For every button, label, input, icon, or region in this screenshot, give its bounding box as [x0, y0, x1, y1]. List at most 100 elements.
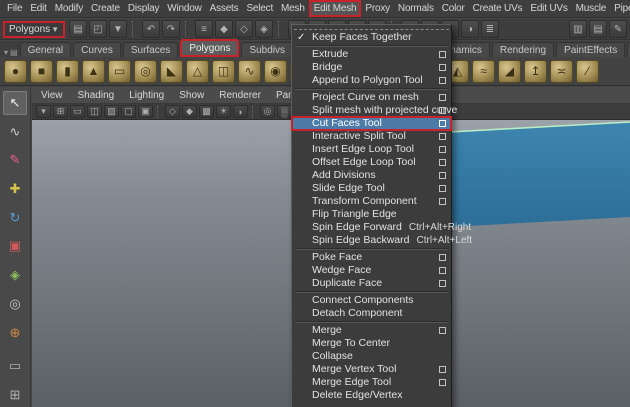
render-settings-icon[interactable]: ≣: [481, 20, 499, 38]
ground-plane[interactable]: [432, 122, 630, 228]
option-box-icon[interactable]: [439, 107, 446, 114]
menubar-item-muscle[interactable]: Muscle: [572, 1, 610, 16]
option-box-icon[interactable]: [439, 185, 446, 192]
menubar-item-proxy[interactable]: Proxy: [361, 1, 394, 16]
menu-item-insert-edge-loop-tool[interactable]: Insert Edge Loop Tool: [292, 143, 451, 156]
shadows-icon[interactable]: ◗: [233, 105, 248, 118]
option-box-icon[interactable]: [439, 77, 446, 84]
option-box-icon[interactable]: [439, 327, 446, 334]
panel-menu-lighting[interactable]: Lighting: [129, 90, 164, 101]
layout-single-pane-icon[interactable]: ▭: [3, 355, 27, 379]
select-component-icon[interactable]: ◇: [235, 20, 253, 38]
paint-select-tool-icon[interactable]: ✎: [3, 148, 27, 172]
panel-menu-shading[interactable]: Shading: [78, 90, 115, 101]
scale-tool-icon[interactable]: ▣: [3, 235, 27, 259]
option-box-icon[interactable]: [439, 51, 446, 58]
poly-soccer-ball-icon[interactable]: ◉: [264, 59, 287, 83]
option-box-icon[interactable]: [439, 172, 446, 179]
textured-icon[interactable]: ▩: [199, 105, 214, 118]
menubar-item-select[interactable]: Select: [242, 1, 277, 16]
menu-item-project-curve-on-mesh[interactable]: Project Curve on mesh: [292, 91, 451, 104]
shelf-tab-polygons[interactable]: Polygons: [180, 39, 240, 57]
layout-four-pane-icon[interactable]: ⊞: [3, 383, 27, 407]
shelf-tab-toggle-icon[interactable]: ▾: [4, 48, 8, 57]
select-object-icon[interactable]: ◆: [215, 20, 233, 38]
menu-item-wedge-face[interactable]: Wedge Face: [292, 264, 451, 277]
menu-item-keep-faces-together[interactable]: ✓ Keep Faces Together: [292, 31, 451, 44]
menubar-item-color[interactable]: Color: [438, 1, 469, 16]
option-box-icon[interactable]: [439, 267, 446, 274]
menu-item-poke-face[interactable]: Poke Face: [292, 251, 451, 264]
poly-sphere-icon[interactable]: ●: [4, 59, 27, 83]
menubar-item-modify[interactable]: Modify: [51, 1, 87, 16]
poly-plane-icon[interactable]: ▭: [108, 59, 131, 83]
shelf-tab-painteffects[interactable]: PaintEffects: [556, 42, 626, 57]
option-box-icon[interactable]: [439, 379, 446, 386]
option-box-icon[interactable]: [439, 198, 446, 205]
poly-pyramid-icon[interactable]: △: [186, 59, 209, 83]
resolution-gate-icon[interactable]: ◫: [87, 105, 102, 118]
rotate-tool-icon[interactable]: ↻: [3, 206, 27, 230]
panel-menu-view[interactable]: View: [41, 90, 63, 101]
universal-manipulator-icon[interactable]: ◈: [3, 263, 27, 287]
menubar-item-file[interactable]: File: [3, 1, 26, 16]
poly-cylinder-icon[interactable]: ▮: [56, 59, 79, 83]
menu-item-split-mesh-with-projected-curve[interactable]: Split mesh with projected curve: [292, 104, 457, 117]
channel-box-icon[interactable]: ▥: [569, 20, 587, 38]
menu-item-bridge[interactable]: Bridge: [292, 61, 451, 74]
shelf-tab-surfaces[interactable]: Surfaces: [122, 42, 179, 57]
menu-item-offset-edge-loop-tool[interactable]: Offset Edge Loop Tool: [292, 156, 451, 169]
panel-menu-show[interactable]: Show: [179, 90, 204, 101]
select-hierarchy-icon[interactable]: ≡: [195, 20, 213, 38]
safe-title-icon[interactable]: ▣: [138, 105, 153, 118]
menu-item-append-to-polygon-tool[interactable]: Append to Polygon Tool: [292, 74, 451, 87]
soft-mod-tool-icon[interactable]: ◎: [3, 292, 27, 316]
option-box-icon[interactable]: [439, 280, 446, 287]
menubar-item-edit-mesh[interactable]: Edit Mesh: [308, 0, 362, 17]
grid-toggle-icon[interactable]: ⊞: [53, 105, 68, 118]
menubar-item-display[interactable]: Display: [124, 1, 163, 16]
film-gate-icon[interactable]: ▭: [70, 105, 85, 118]
redo-icon[interactable]: ↷: [162, 20, 180, 38]
shelf-tab-general[interactable]: General: [19, 42, 72, 57]
menubar-item-create-uvs[interactable]: Create UVs: [469, 1, 527, 16]
option-box-icon[interactable]: [439, 94, 446, 101]
menu-item-duplicate-face[interactable]: Duplicate Face: [292, 277, 451, 290]
shelf-tab-rendering[interactable]: Rendering: [491, 42, 555, 57]
menubar-item-edit-uvs[interactable]: Edit UVs: [526, 1, 571, 16]
ipr-render-icon[interactable]: ◑: [461, 20, 479, 38]
menu-item-spin-edge-forward[interactable]: Spin Edge Forward Ctrl+Alt+Right: [292, 221, 471, 234]
poly-pipe-icon[interactable]: ◫: [212, 59, 235, 83]
bevel-icon[interactable]: ◢: [498, 59, 521, 83]
menubar-item-pipeline-cache[interactable]: Pipeline Cache: [610, 1, 630, 16]
smooth-icon[interactable]: ≈: [472, 59, 495, 83]
menu-item-add-divisions[interactable]: Add Divisions: [292, 169, 451, 182]
menubar-item-assets[interactable]: Assets: [206, 1, 243, 16]
undo-icon[interactable]: ↶: [142, 20, 160, 38]
menubar-item-window[interactable]: Window: [163, 1, 205, 16]
show-manipulator-icon[interactable]: ⊕: [3, 321, 27, 345]
option-box-icon[interactable]: [439, 366, 446, 373]
menu-item-merge-vertex-tool[interactable]: Merge Vertex Tool: [292, 363, 451, 376]
wireframe-icon[interactable]: ◇: [165, 105, 180, 118]
panel-menu-renderer[interactable]: Renderer: [219, 90, 261, 101]
new-scene-icon[interactable]: ▤: [69, 20, 87, 38]
save-scene-icon[interactable]: ▼: [109, 20, 127, 38]
xray-icon[interactable]: ▒: [277, 105, 292, 118]
shelf-menu-icon[interactable]: ▤: [10, 48, 18, 57]
menu-item-interactive-split-tool[interactable]: Interactive Split Tool: [292, 130, 451, 143]
menu-item-merge-edge-tool[interactable]: Merge Edge Tool: [292, 376, 451, 389]
menu-item-connect-components[interactable]: Connect Components: [292, 294, 451, 307]
lasso-tool-icon[interactable]: ∿: [3, 120, 27, 144]
move-tool-icon[interactable]: ✚: [3, 177, 27, 201]
poly-cone-icon[interactable]: ▲: [82, 59, 105, 83]
split-shelf-icon[interactable]: ∕: [576, 59, 599, 83]
menu-tearoff[interactable]: [294, 26, 449, 30]
lights-icon[interactable]: ☀: [216, 105, 231, 118]
poly-helix-icon[interactable]: ∿: [238, 59, 261, 83]
menu-item-spin-edge-backward[interactable]: Spin Edge Backward Ctrl+Alt+Left: [292, 234, 472, 247]
shelf-tab-curves[interactable]: Curves: [73, 42, 121, 57]
menu-item-delete-edge-vertex[interactable]: Delete Edge/Vertex: [292, 389, 451, 402]
menu-item-flip-triangle-edge[interactable]: Flip Triangle Edge: [292, 208, 451, 221]
menu-item-extrude[interactable]: Extrude: [292, 48, 451, 61]
